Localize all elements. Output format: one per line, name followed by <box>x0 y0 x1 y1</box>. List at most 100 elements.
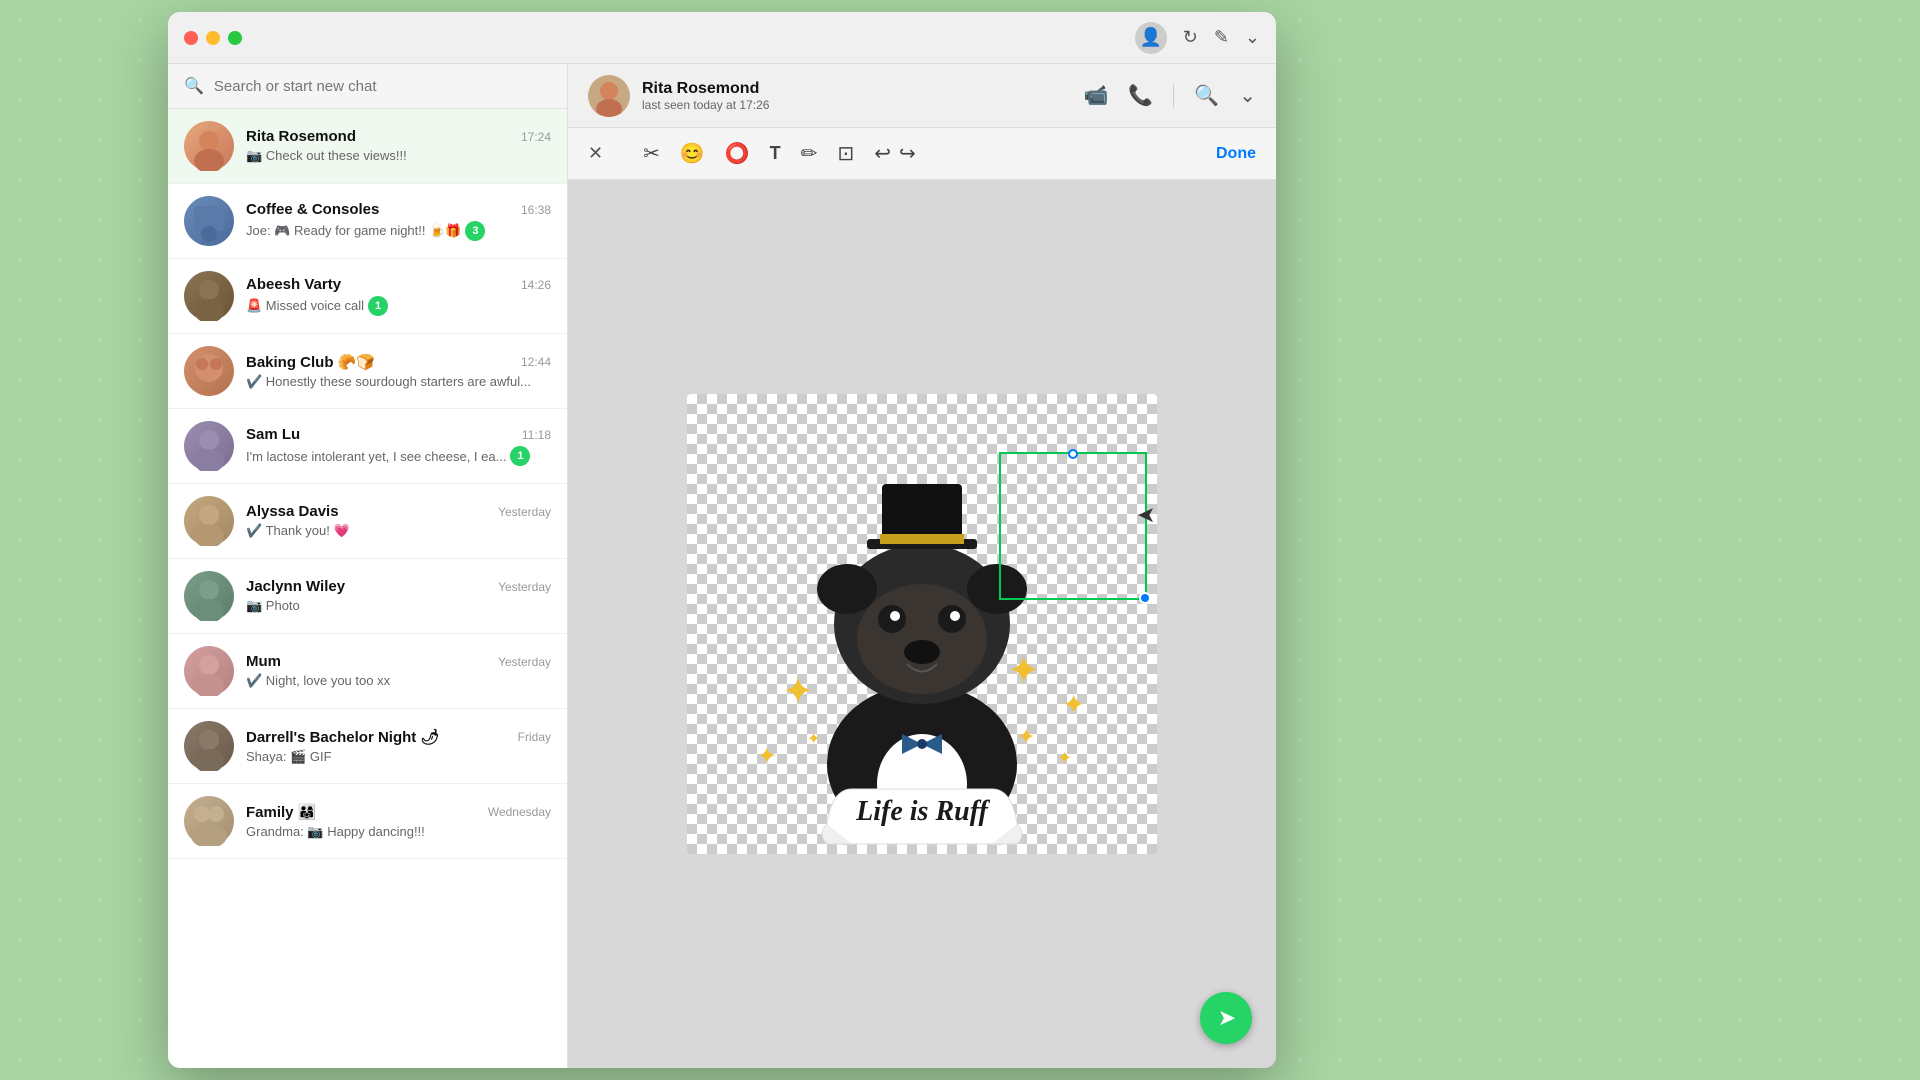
svg-text:✦: ✦ <box>1007 649 1041 693</box>
svg-text:✦: ✦ <box>1062 689 1085 720</box>
chat-time: Yesterday <box>498 580 551 594</box>
list-item[interactable]: Sam Lu 11:18 I'm lactose intolerant yet,… <box>168 409 567 484</box>
chat-preview: 🚨 Missed voice call 1 <box>246 296 551 316</box>
chat-time: 17:24 <box>521 130 551 144</box>
chat-info: Jaclynn Wiley Yesterday 📷 Photo <box>246 578 551 614</box>
list-item[interactable]: Rita Rosemond 17:24 📷 Check out these vi… <box>168 109 567 184</box>
chat-list: Rita Rosemond 17:24 📷 Check out these vi… <box>168 109 567 1068</box>
compose-icon[interactable]: ✎ <box>1214 27 1229 48</box>
chat-info: Mum Yesterday ✔️ Night, love you too xx <box>246 653 551 689</box>
cursor-arrow: ➤ <box>1137 502 1155 528</box>
title-bar: 👤 ↻ ✎ ⌄ <box>168 12 1276 64</box>
chat-name: Darrell's Bachelor Night 🌶 <box>246 728 440 746</box>
emoji-tool[interactable]: 😊 <box>680 141 705 166</box>
chat-header-actions: 📹 📞 🔍 ⌄ <box>1084 83 1256 108</box>
chat-header-name: Rita Rosemond <box>642 80 1072 98</box>
avatar <box>184 346 234 396</box>
avatar <box>184 646 234 696</box>
done-button[interactable]: Done <box>1216 145 1256 163</box>
chat-info: Darrell's Bachelor Night 🌶 Friday Shaya:… <box>246 728 551 765</box>
chat-header-info: Rita Rosemond last seen today at 17:26 <box>642 80 1072 112</box>
chat-time: 11:18 <box>522 428 551 442</box>
sticker-container: ✦ ✦ ✦ ✦ ✦ ✦ ✦ <box>687 394 1157 854</box>
chat-header-status: last seen today at 17:26 <box>642 98 1072 112</box>
chat-info: Sam Lu 11:18 I'm lactose intolerant yet,… <box>246 426 551 466</box>
more-options-icon[interactable]: ⌄ <box>1239 83 1256 108</box>
unread-badge: 1 <box>510 446 530 466</box>
chat-info: Abeesh Varty 14:26 🚨 Missed voice call 1 <box>246 276 551 316</box>
send-button[interactable]: ➤ <box>1200 992 1252 1044</box>
divider <box>1173 84 1174 108</box>
list-item[interactable]: Family 👨‍👩‍👧 Wednesday Grandma: 📷 Happy … <box>168 784 567 859</box>
chat-time: Yesterday <box>498 655 551 669</box>
video-call-icon[interactable]: 📹 <box>1084 83 1109 108</box>
refresh-icon[interactable]: ↻ <box>1183 27 1198 48</box>
chat-time: 14:26 <box>521 278 551 292</box>
chat-preview: ✔️ Night, love you too xx <box>246 673 551 689</box>
user-avatar[interactable]: 👤 <box>1135 22 1167 54</box>
chat-name: Baking Club 🥐🍞 <box>246 353 375 371</box>
pencil-tool[interactable]: ✏ <box>801 141 818 166</box>
chat-name: Rita Rosemond <box>246 128 356 145</box>
chat-time: Yesterday <box>498 505 551 519</box>
list-item[interactable]: Darrell's Bachelor Night 🌶 Friday Shaya:… <box>168 709 567 784</box>
phone-icon[interactable]: 📞 <box>1128 83 1153 108</box>
avatar <box>184 196 234 246</box>
list-item[interactable]: Mum Yesterday ✔️ Night, love you too xx <box>168 634 567 709</box>
avatar <box>184 496 234 546</box>
svg-text:✦: ✦ <box>757 743 777 770</box>
chat-info: Alyssa Davis Yesterday ✔️ Thank you! 💗 <box>246 503 551 539</box>
unread-badge: 3 <box>465 221 485 241</box>
banner-text: Life is Ruff <box>817 798 1027 826</box>
chat-name: Jaclynn Wiley <box>246 578 345 595</box>
chat-name: Sam Lu <box>246 426 300 443</box>
scissors-tool[interactable]: ✂ <box>643 141 660 166</box>
search-bar: 🔍 <box>168 64 567 109</box>
unread-badge: 1 <box>368 296 388 316</box>
editor-close-button[interactable]: ✕ <box>588 143 603 164</box>
chat-preview: ✔️ Honestly these sourdough starters are… <box>246 374 551 390</box>
undo-button[interactable]: ↩ <box>874 141 891 166</box>
redo-button[interactable]: ↪ <box>899 141 916 166</box>
chat-info: Baking Club 🥐🍞 12:44 ✔️ Honestly these s… <box>246 353 551 390</box>
lasso-tool[interactable]: ⭕ <box>725 141 750 166</box>
text-tool[interactable]: T <box>770 143 781 164</box>
crop-tool[interactable]: ⊡ <box>837 141 854 166</box>
list-item[interactable]: Jaclynn Wiley Yesterday 📷 Photo <box>168 559 567 634</box>
user-icon: 👤 <box>1140 27 1162 48</box>
chevron-down-icon[interactable]: ⌄ <box>1245 27 1260 48</box>
header-avatar <box>588 75 630 117</box>
chat-info: Coffee & Consoles 16:38 Joe: 🎮 Ready for… <box>246 201 551 241</box>
chat-name: Family 👨‍👩‍👧 <box>246 803 316 821</box>
avatar <box>184 721 234 771</box>
chat-preview: Shaya: 🎬 GIF <box>246 749 551 765</box>
chat-preview: I'm lactose intolerant yet, I see cheese… <box>246 446 551 466</box>
chat-area: Rita Rosemond last seen today at 17:26 📹… <box>568 64 1276 1068</box>
search-chat-icon[interactable]: 🔍 <box>1194 83 1219 108</box>
search-input[interactable] <box>214 78 551 95</box>
chat-preview: Grandma: 📷 Happy dancing!!! <box>246 824 551 840</box>
editor-toolbar: ✕ ✂ 😊 ⭕ T ✏ ⊡ ↩ ↪ Done <box>568 128 1276 180</box>
avatar <box>184 271 234 321</box>
avatar <box>184 571 234 621</box>
list-item[interactable]: Abeesh Varty 14:26 🚨 Missed voice call 1 <box>168 259 567 334</box>
chat-header: Rita Rosemond last seen today at 17:26 📹… <box>568 64 1276 128</box>
app-window: 👤 ↻ ✎ ⌄ 🔍 <box>168 12 1276 1068</box>
chat-name: Alyssa Davis <box>246 503 339 520</box>
close-button[interactable] <box>184 31 198 45</box>
minimize-button[interactable] <box>206 31 220 45</box>
sidebar: 🔍 Rita Rosemond 17:24 📷 Check out th <box>168 64 568 1068</box>
list-item[interactable]: Coffee & Consoles 16:38 Joe: 🎮 Ready for… <box>168 184 567 259</box>
list-item[interactable]: Baking Club 🥐🍞 12:44 ✔️ Honestly these s… <box>168 334 567 409</box>
svg-text:✦: ✦ <box>782 671 814 713</box>
pug-sticker: ✦ ✦ ✦ ✦ ✦ ✦ ✦ <box>687 394 1157 854</box>
list-item[interactable]: Alyssa Davis Yesterday ✔️ Thank you! 💗 <box>168 484 567 559</box>
maximize-button[interactable] <box>228 31 242 45</box>
image-canvas: ✦ ✦ ✦ ✦ ✦ ✦ ✦ <box>568 180 1276 1068</box>
send-icon: ➤ <box>1218 1005 1236 1031</box>
chat-name: Abeesh Varty <box>246 276 341 293</box>
svg-text:✦: ✦ <box>807 731 820 748</box>
traffic-lights <box>184 31 242 45</box>
avatar <box>184 421 234 471</box>
title-bar-actions: 👤 ↻ ✎ ⌄ <box>1135 22 1260 54</box>
